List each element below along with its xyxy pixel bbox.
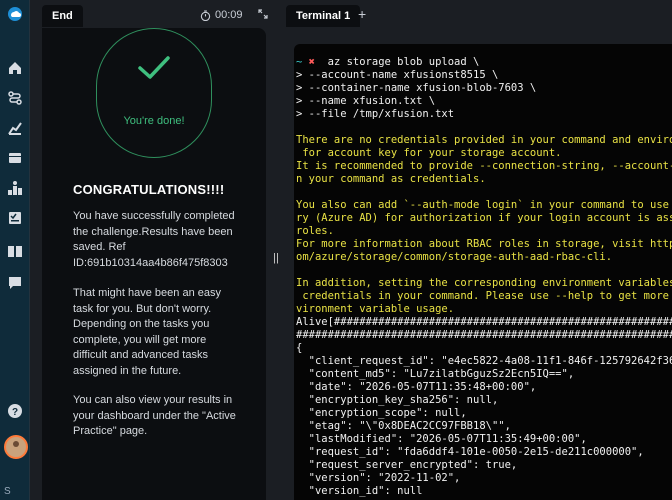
- tab-terminal-1[interactable]: Terminal 1: [286, 5, 361, 27]
- help-icon[interactable]: ?: [7, 403, 23, 419]
- dashboard-paragraph: You can also view your results in your d…: [73, 393, 248, 440]
- rank-icon[interactable]: [7, 180, 23, 196]
- terminal-line: credentials in your command. Please use …: [296, 290, 672, 302]
- done-badge: You're done!: [96, 28, 212, 158]
- terminal-line: Alive[##################################…: [296, 316, 672, 328]
- prompt-path: ~: [296, 56, 309, 68]
- text-line: assigned in the future.: [73, 364, 182, 377]
- terminal-line: "client_request_id": "e4ec5822-4a08-11f1…: [296, 355, 672, 367]
- terminal-line: "content_md5": "Lu7zilatbGguzSz2Ecn5IQ==…: [296, 368, 575, 380]
- terminal-line: om/azure/storage/common/storage-auth-aad…: [296, 251, 613, 263]
- text-line: the challenge.Results have been: [73, 225, 233, 238]
- ref-id: ID:691b10314aa4b86f475f8303: [73, 256, 228, 269]
- timer: 00:09: [200, 9, 243, 21]
- terminal-line: ~ ✖ az storage blob upload \: [296, 56, 672, 69]
- terminal-line: > --container-name xfusion-blob-7603 \: [296, 82, 537, 94]
- terminal-pane: Terminal 1 + ~ ✖ az storage blob upload …: [282, 0, 672, 500]
- terminal-line: "version_id": null: [296, 485, 423, 497]
- terminal-line: "request_server_encrypted": true,: [296, 459, 518, 471]
- logo-icon[interactable]: [7, 6, 23, 22]
- terminal-line: "version": "2022-11-02",: [296, 472, 461, 484]
- avatar[interactable]: [4, 435, 28, 459]
- task-tabbar: End 00:09: [30, 0, 272, 30]
- terminal-line: "lastModified": "2026-05-07T11:35:49+00:…: [296, 433, 587, 445]
- info-paragraph: That might have been an easy task for yo…: [73, 286, 248, 379]
- tab-end[interactable]: End: [42, 5, 83, 27]
- chart-icon[interactable]: [7, 120, 23, 136]
- text-line: difficult and advanced tasks: [73, 349, 208, 361]
- terminal-line: For more information about RBAC roles in…: [296, 238, 672, 250]
- text-line: saved. Ref: [73, 241, 126, 253]
- left-rail: ? S: [0, 0, 30, 500]
- text-line: You can also view your results in: [73, 394, 233, 406]
- terminal-line: You also can add `--auth-mode login` in …: [296, 199, 672, 211]
- add-tab-button[interactable]: +: [358, 6, 366, 22]
- text-line: You have successfully completed: [73, 210, 235, 222]
- checklist-icon[interactable]: [7, 210, 23, 226]
- terminal-line: "encryption_key_sha256": null,: [296, 394, 499, 406]
- terminal-line: > --account-name xfusionst8515 \: [296, 69, 499, 81]
- terminal-line: {: [296, 342, 303, 354]
- terminal-line: It is recommended to provide --connectio…: [296, 160, 672, 172]
- terminal-line: > --file /tmp/xfusion.txt: [296, 108, 455, 120]
- result-paragraph: You have successfully completed the chal…: [73, 209, 248, 271]
- terminal-line: roles.: [296, 225, 334, 237]
- command-text: az storage blob upload \: [314, 56, 480, 68]
- checkmark-icon: [138, 56, 170, 79]
- chat-icon[interactable]: [7, 275, 23, 291]
- stopwatch-icon: [200, 9, 211, 21]
- film-icon[interactable]: [7, 150, 23, 166]
- text-line: Depending on the tasks you: [73, 318, 210, 330]
- book-icon[interactable]: [7, 243, 23, 259]
- terminal-line: n your command as credentials.: [296, 173, 486, 185]
- terminal-line: > --name xfusion.txt \: [296, 95, 436, 107]
- terminal-line: "encryption_scope": null,: [296, 407, 467, 419]
- terminal-line: ########################################…: [296, 329, 672, 341]
- terminal-line: vironment variable usage.: [296, 303, 455, 315]
- terminal-line: In addition, setting the corresponding e…: [296, 277, 672, 289]
- text-line: That might have been an easy: [73, 287, 221, 299]
- app-window: ? S End 00:09 You're done! CONGRATULATIO…: [0, 0, 672, 500]
- text-line: task for you. But don't worry.: [73, 302, 212, 315]
- text-line: complete, you will get more: [73, 333, 207, 346]
- home-icon[interactable]: [7, 60, 23, 76]
- terminal-line: "request_id": "fda6ddf4-101e-0050-2e15-d…: [296, 446, 644, 458]
- text-line: Practice" page.: [73, 425, 148, 437]
- result-card: You're done! CONGRATULATIONS!!!! You hav…: [42, 28, 266, 500]
- terminal-line: ry (Azure AD) for authorization if your …: [296, 212, 672, 224]
- route-icon[interactable]: [7, 90, 23, 106]
- terminal-line: for account key for your storage account…: [296, 147, 562, 159]
- expand-icon[interactable]: [258, 9, 268, 19]
- terminal-line: There are no credentials provided in you…: [296, 134, 672, 146]
- terminal-line: "date": "2026-05-07T11:35:48+00:00",: [296, 381, 537, 393]
- task-pane: End 00:09 You're done! CONGRATULATIONS!!…: [30, 0, 272, 500]
- terminal-line: "etag": "\"0x8DEAC2CC97FBB18\"",: [296, 420, 511, 432]
- timer-value: 00:09: [215, 9, 243, 21]
- pane-resize-handle[interactable]: ||: [272, 252, 280, 264]
- rail-footer-letter: S: [4, 486, 11, 497]
- congrats-heading: CONGRATULATIONS!!!!: [73, 182, 225, 197]
- svg-text:?: ?: [12, 407, 18, 418]
- done-text: You're done!: [123, 115, 185, 127]
- terminal-output[interactable]: ~ ✖ az storage blob upload \ > --account-…: [294, 44, 672, 500]
- text-line: your dashboard under the "Active: [73, 409, 236, 422]
